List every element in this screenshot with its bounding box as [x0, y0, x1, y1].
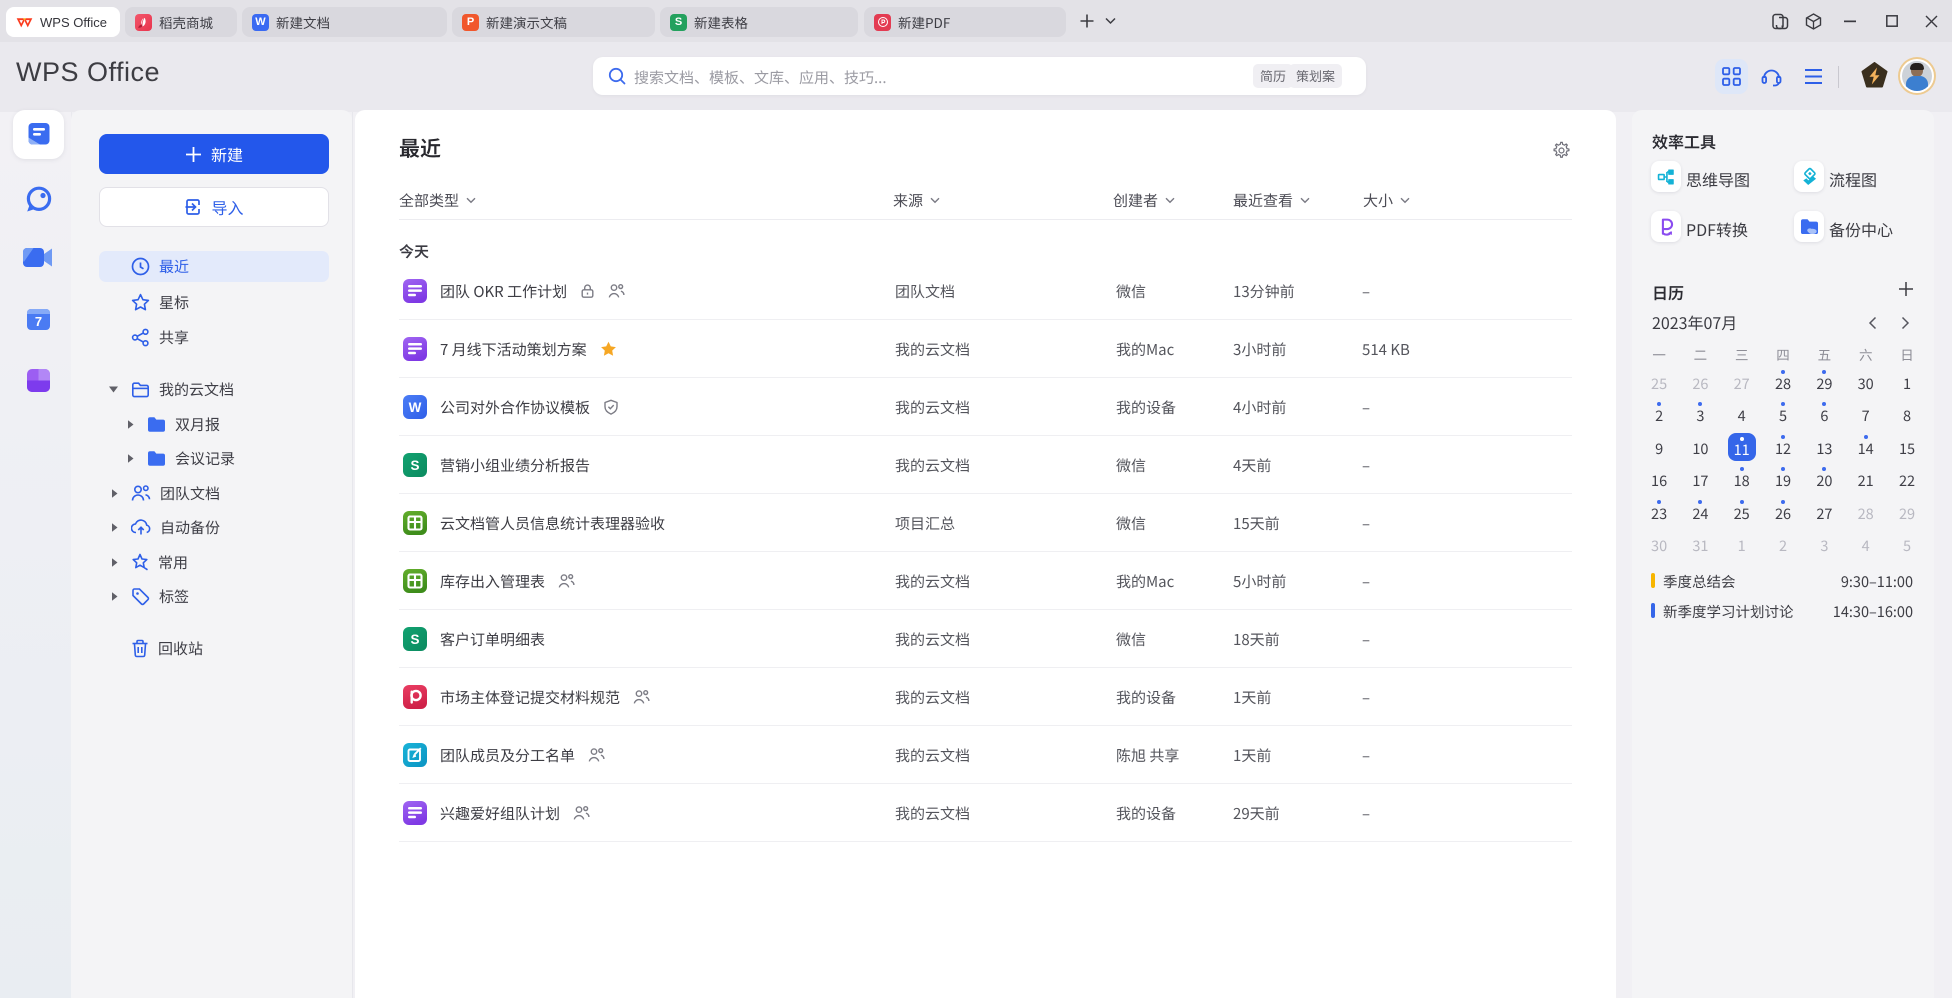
svg-text:7: 7: [35, 314, 42, 329]
svg-text:S: S: [410, 458, 419, 473]
svg-text:W: W: [409, 400, 422, 415]
svg-text:S: S: [410, 632, 419, 647]
